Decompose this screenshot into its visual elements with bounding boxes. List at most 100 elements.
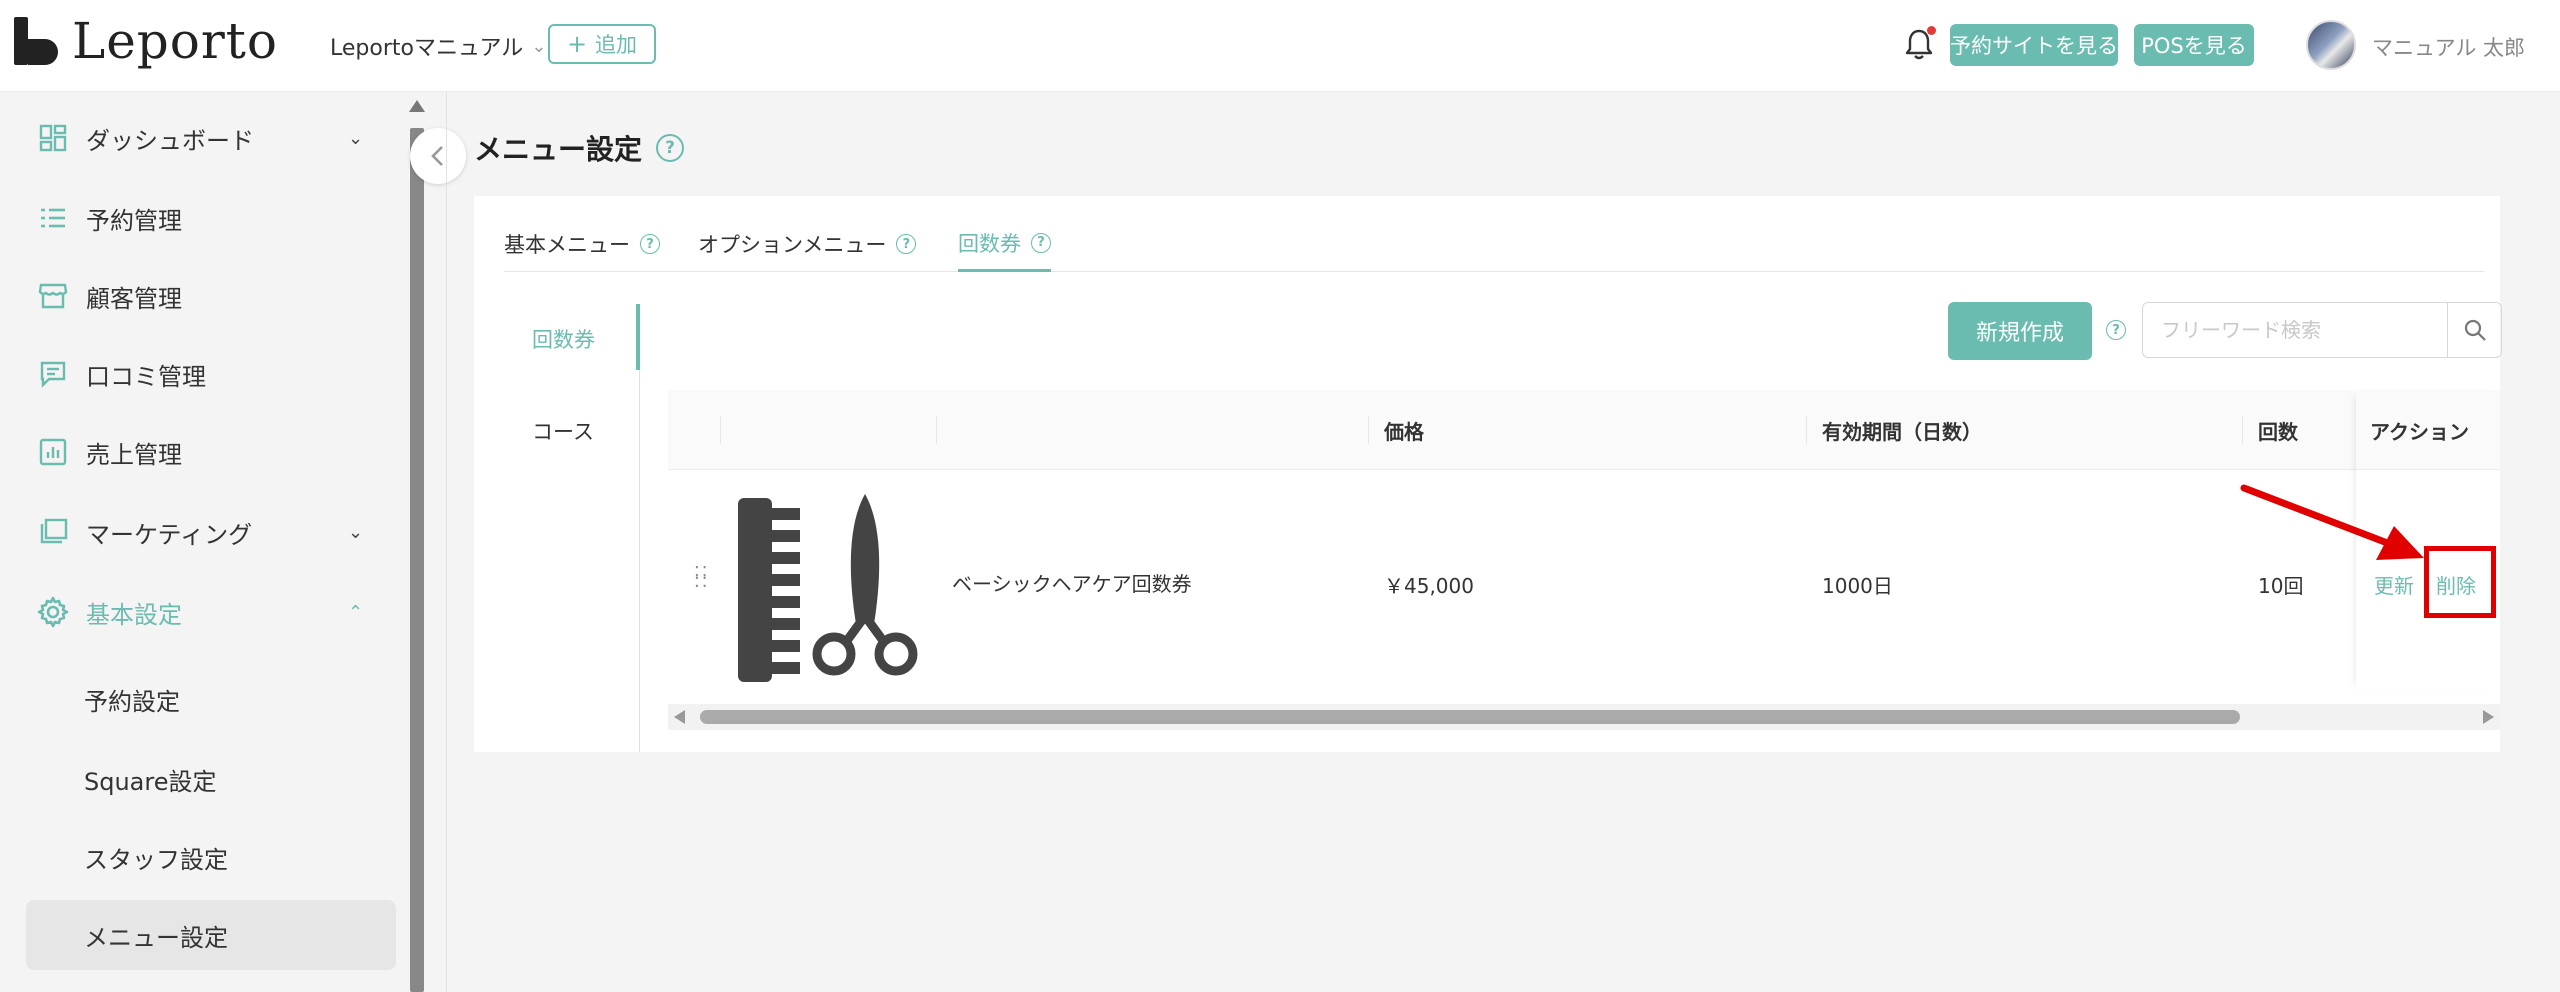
column-separator — [720, 416, 721, 444]
store-icon — [36, 279, 70, 313]
column-separator — [1806, 416, 1807, 444]
sidebar-subitem-staff-settings[interactable]: スタッフ設定 — [26, 822, 396, 892]
search-button[interactable] — [2447, 303, 2501, 357]
tab-option-menu[interactable]: オプションメニュー ? — [698, 216, 917, 272]
create-new-button[interactable]: 新規作成 — [1948, 302, 2092, 360]
tab-basic-menu[interactable]: 基本メニュー ? — [504, 216, 660, 272]
column-separator — [1368, 416, 1369, 444]
sidebar-item-label: 売上管理 — [86, 440, 182, 469]
store-selector[interactable]: Leportoマニュアル ⌄ — [330, 30, 546, 62]
layers-icon — [36, 515, 70, 549]
sidebar-subitem-label: スタッフ設定 — [84, 845, 228, 874]
sidebar-subitem-square-settings[interactable]: Square設定 — [26, 744, 396, 814]
scroll-left-arrow-icon[interactable] — [674, 710, 685, 724]
help-icon[interactable]: ? — [1031, 232, 1051, 253]
sidebar-item-reservations[interactable]: 予約管理 — [0, 188, 410, 248]
notification-bell-icon[interactable] — [1904, 26, 1936, 62]
view-pos-button[interactable]: POSを見る — [2134, 24, 2254, 66]
drag-handle-icon[interactable]: ⁚⁚ ⁚⁚ — [694, 565, 709, 591]
sidebar-item-marketing[interactable]: マーケティング ⌄ — [0, 502, 410, 562]
scroll-up-arrow-icon[interactable] — [409, 100, 425, 112]
search-box — [2142, 302, 2502, 358]
sidebar-item-label: 基本設定 — [86, 600, 182, 629]
vtab-coupon[interactable]: 回数券 — [532, 324, 595, 354]
sidebar-subitem-label: Square設定 — [84, 767, 217, 796]
view-booking-site-button[interactable]: 予約サイトを見る — [1950, 24, 2118, 66]
list-icon — [36, 201, 70, 235]
tab-label: オプションメニュー — [698, 233, 887, 257]
scroll-right-arrow-icon[interactable] — [2483, 710, 2494, 724]
collapse-sidebar-button[interactable] — [410, 128, 466, 184]
content-divider — [446, 92, 447, 992]
table-horizontal-scrollbar[interactable] — [668, 704, 2500, 730]
top-header: Leporto Leportoマニュアル ⌄ + 追加 予約サイトを見る POS… — [0, 0, 2560, 92]
sidebar-subitem-label: 予約設定 — [84, 687, 180, 716]
avatar[interactable] — [2306, 20, 2356, 70]
logo-text: Leporto — [72, 12, 278, 70]
comb-scissors-icon — [738, 494, 918, 682]
sidebar-subitem-label: メニュー設定 — [84, 923, 228, 952]
search-input[interactable] — [2143, 303, 2447, 357]
comment-icon — [36, 357, 70, 391]
coupon-price: ￥45,000 — [1384, 574, 1474, 598]
sidebar-item-dashboard[interactable]: ダッシュボード ⌄ — [0, 108, 410, 168]
active-tab-indicator — [636, 304, 640, 370]
sidebar-item-label: ダッシュボード — [86, 126, 254, 155]
horizontal-scrollbar-thumb[interactable] — [700, 710, 2240, 724]
sidebar: ダッシュボード ⌄ 予約管理 顧客管理 口コミ管理 売上管理 マーケティング ⌄ — [0, 92, 410, 992]
chevron-left-icon — [431, 146, 443, 166]
sidebar-item-customers[interactable]: 顧客管理 — [0, 266, 410, 326]
sidebar-item-basic-settings[interactable]: 基本設定 ⌃ — [0, 582, 410, 642]
help-icon[interactable]: ? — [640, 234, 660, 254]
page-title-text: メニュー設定 — [474, 133, 643, 166]
sidebar-subitem-booking-settings[interactable]: 予約設定 — [26, 664, 396, 734]
bar-chart-icon — [36, 435, 70, 469]
vtab-course[interactable]: コース — [532, 416, 594, 446]
dashboard-icon — [36, 121, 70, 155]
coupon-count: 10回 — [2258, 574, 2304, 598]
sidebar-item-sales[interactable]: 売上管理 — [0, 422, 410, 482]
chevron-up-icon: ⌃ — [348, 601, 364, 623]
column-header-price: 価格 — [1384, 419, 1424, 444]
sidebar-item-label: マーケティング — [86, 520, 253, 549]
notification-dot — [1927, 26, 1936, 35]
column-separator — [936, 416, 937, 444]
tab-label: 基本メニュー — [504, 233, 630, 257]
annotation-arrow-icon — [2240, 484, 2424, 560]
page-title: メニュー設定 ? — [474, 128, 685, 168]
tab-label: 回数券 — [958, 231, 1021, 256]
coupon-name: ベーシックヘアケア回数券 — [952, 572, 1192, 596]
search-icon — [2464, 319, 2486, 341]
table-row: ⁚⁚⁚⁚ ベーシックヘアケア回数券 ￥45,000 1000日 10回 更新 — [668, 470, 2500, 690]
sidebar-item-label: 口コミ管理 — [86, 362, 206, 391]
sidebar-item-label: 予約管理 — [86, 206, 182, 235]
logo-mark-icon — [14, 17, 60, 65]
user-name[interactable]: マニュアル 太郎 — [2372, 32, 2525, 62]
column-separator — [2242, 416, 2243, 444]
delete-highlight-box — [2424, 546, 2496, 618]
chevron-down-icon: ⌄ — [348, 127, 364, 149]
sidebar-scrollbar-thumb[interactable] — [410, 128, 424, 992]
help-icon[interactable]: ? — [656, 134, 685, 162]
tab-coupon[interactable]: 回数券 ? — [958, 216, 1051, 272]
sidebar-item-label: 顧客管理 — [86, 284, 182, 313]
table-header: 価格 有効期間（日数） 回数 アクション — [668, 390, 2500, 470]
gear-icon — [36, 595, 70, 629]
menu-type-tabs: 基本メニュー ? オプションメニュー ? 回数券 ? — [504, 216, 2484, 272]
coupon-type-tabs: 回数券 コース — [474, 304, 640, 752]
store-name: Leportoマニュアル — [330, 36, 524, 61]
column-header-validity: 有効期間（日数） — [1822, 419, 1982, 444]
coupon-validity: 1000日 — [1822, 574, 1893, 598]
sidebar-item-reviews[interactable]: 口コミ管理 — [0, 344, 410, 404]
help-icon[interactable]: ? — [896, 234, 917, 254]
logo[interactable]: Leporto — [14, 16, 278, 66]
plus-icon: + — [566, 30, 588, 58]
add-button[interactable]: + 追加 — [548, 24, 656, 64]
column-header-count: 回数 — [2258, 419, 2298, 444]
add-label: 追加 — [595, 33, 638, 57]
sidebar-subitem-menu-settings[interactable]: メニュー設定 — [26, 900, 396, 970]
menu-settings-panel: 基本メニュー ? オプションメニュー ? 回数券 ? 回数券 コース 新規作成 … — [474, 196, 2502, 752]
help-icon[interactable]: ? — [2106, 320, 2126, 340]
coupon-table: 価格 有効期間（日数） 回数 アクション ⁚⁚ ⁚⁚ ベーシックヘアケア回数券 … — [668, 390, 2500, 750]
chevron-down-icon: ⌄ — [348, 521, 364, 543]
